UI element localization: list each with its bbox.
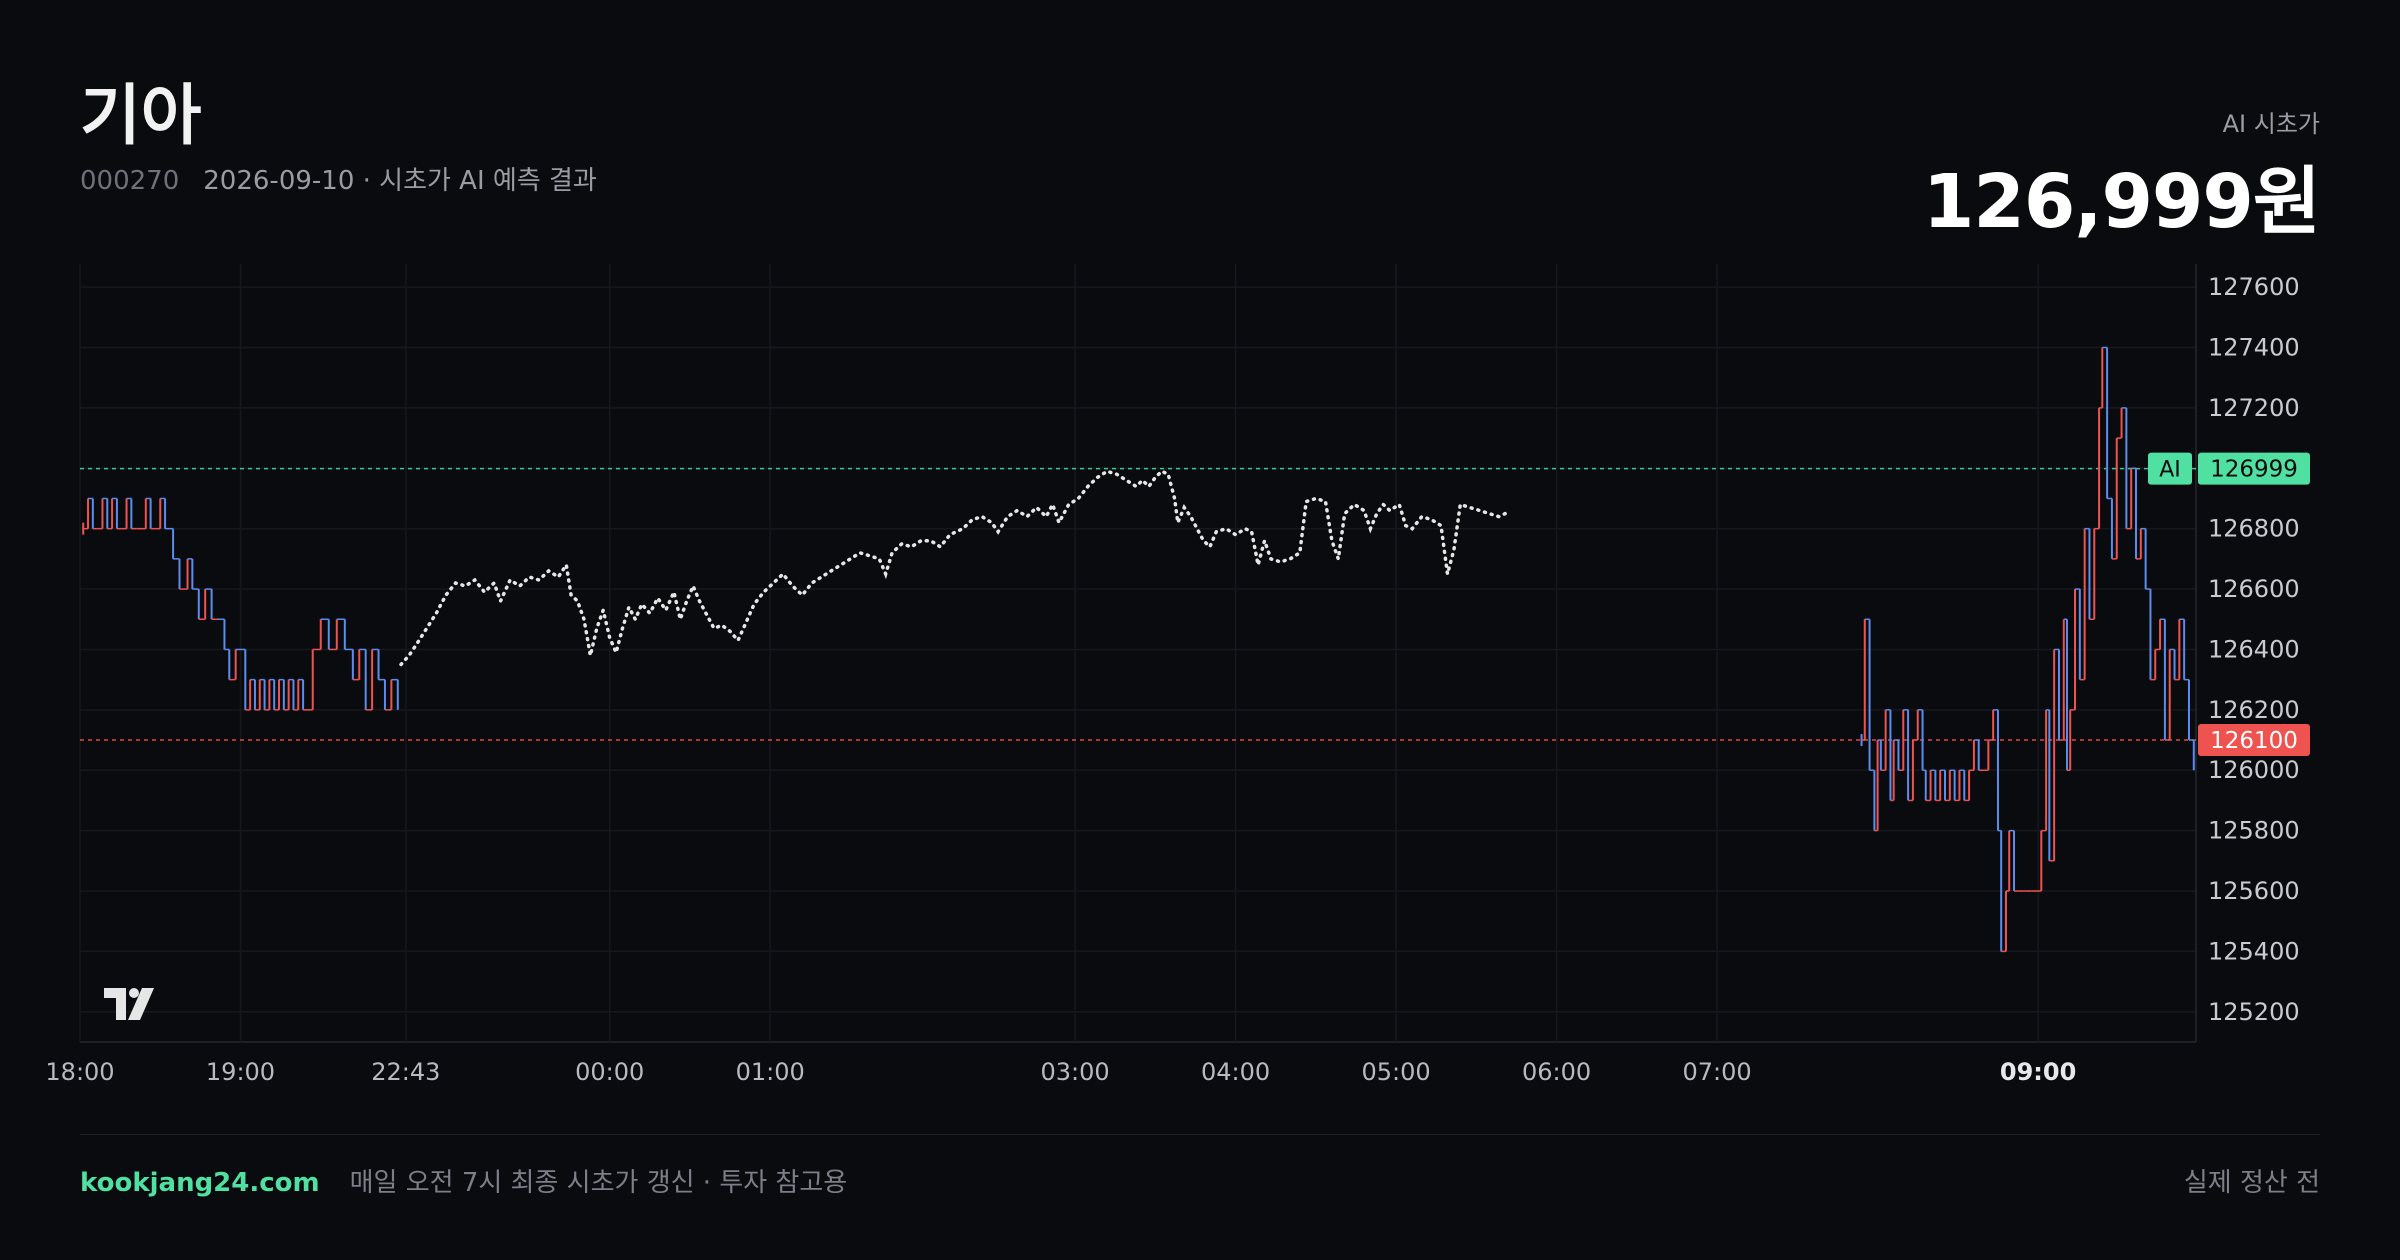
footer: kookjang24.com 매일 오전 7시 최종 시초가 갱신 · 투자 참고…: [80, 1162, 847, 1199]
y-tick-label: 125800: [2208, 817, 2300, 845]
x-tick-label: 04:00: [1201, 1058, 1270, 1086]
x-tick-label: 07:00: [1683, 1058, 1752, 1086]
y-tick-label: 127600: [2208, 273, 2300, 301]
footer-note: 매일 오전 7시 최종 시초가 갱신 · 투자 참고용: [349, 1168, 848, 1198]
x-tick-label: 09:00: [2000, 1058, 2076, 1086]
y-tick-label: 126800: [2208, 515, 2300, 543]
x-tick-label: 00:00: [575, 1058, 644, 1086]
brand-link[interactable]: kookjang24.com: [80, 1168, 320, 1198]
close-price-tag-value: 126100: [2210, 728, 2298, 754]
x-tick-label: 18:00: [45, 1058, 114, 1086]
y-axis: 127600 127400 127200 126800 126600 126400 1262…: [2208, 273, 2300, 1026]
y-tick-label: 125200: [2208, 998, 2300, 1026]
x-tick-label: 05:00: [1362, 1058, 1431, 1086]
y-tick-label: 125400: [2208, 937, 2300, 965]
prediction-dotted-line: [399, 469, 1507, 667]
y-tick-label: 126600: [2208, 575, 2300, 603]
price-chart[interactable]: AI 126999126100 1276001274001272001268001…: [0, 0, 2400, 1100]
y-tick-label: 125600: [2208, 877, 2300, 905]
x-tick-label: 06:00: [1522, 1058, 1591, 1086]
x-tick-label: 19:00: [206, 1058, 275, 1086]
settlement-status: 실제 정산 전: [2183, 1168, 2320, 1198]
x-tick-label: 01:00: [736, 1058, 805, 1086]
x-tick-label: 03:00: [1041, 1058, 1110, 1086]
x-tick-label: 22:43: [371, 1058, 440, 1086]
x-axis: 18:00 19:00 22:43 00:00 01:00 03:00 04:00 05:00…: [45, 1058, 2076, 1086]
ai-price-tag-value: 126999: [2210, 457, 2298, 483]
y-tick-label: 127400: [2208, 333, 2300, 361]
ai-line-label: AI: [2159, 458, 2181, 483]
tradingview-logo-icon[interactable]: [104, 988, 154, 1020]
y-tick-label: 126000: [2208, 756, 2300, 784]
y-tick-label: 127200: [2208, 394, 2300, 422]
footer-divider: [80, 1134, 2320, 1135]
y-tick-label: 126400: [2208, 635, 2300, 663]
chart-grid: [79, 264, 2197, 1043]
y-tick-label: 126200: [2208, 696, 2300, 724]
